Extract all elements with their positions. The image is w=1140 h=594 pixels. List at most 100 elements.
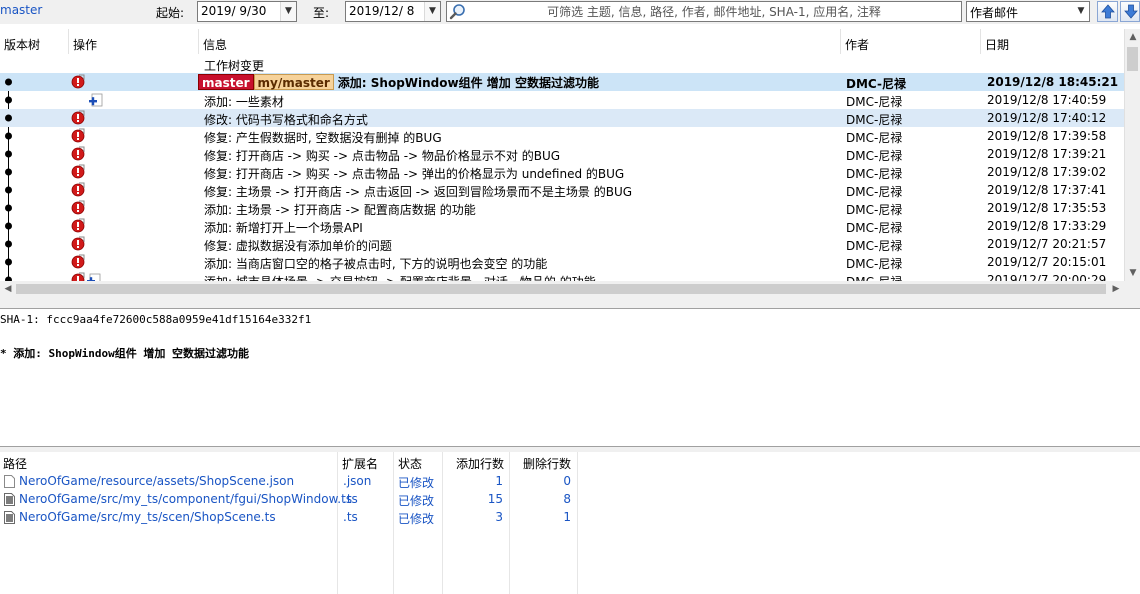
search-icon[interactable]: [449, 3, 467, 20]
commit-author: DMC-尼禄: [846, 113, 903, 127]
modified-icon: [71, 128, 85, 143]
commit-date: 2019/12/8 17:39:02: [987, 165, 1107, 179]
revision-row[interactable]: 添加: 主场景 -> 打开商店 -> 配置商店数据 的功能 DMC-尼禄 2019/…: [0, 199, 1124, 217]
commit-message: 添加: 一些素材: [204, 95, 284, 109]
commit-message: 修复: 虚拟数据没有添加单价的问题: [204, 239, 392, 253]
commit-summary[interactable]: * 添加: ShopWindow组件 增加 空数据过滤功能: [0, 345, 249, 361]
commit-message: 添加: 主场景 -> 打开商店 -> 配置商店数据 的功能: [204, 203, 476, 217]
column-header-date[interactable]: 日期: [980, 29, 1124, 54]
column-header-removed-lines[interactable]: 删除行数: [520, 452, 580, 472]
commit-author: DMC-尼禄: [846, 221, 903, 235]
commit-message: 添加: 当商店窗口空的格子被点击时, 下方的说明也会变空 的功能: [204, 257, 548, 271]
modified-icon: [71, 164, 85, 179]
commit-message: 修复: 打开商店 -> 购买 -> 点击物品 -> 弹出的价格显示为 undef…: [204, 167, 625, 181]
grid-horizontal-scrollbar[interactable]: ◀ ▶: [0, 281, 1124, 297]
commit-author: DMC-尼禄: [846, 77, 906, 91]
chevron-down-icon[interactable]: ▼: [1073, 2, 1089, 21]
arrow-up-icon: [1101, 4, 1115, 19]
commit-author: DMC-尼禄: [846, 185, 903, 199]
from-date-value: 2019/ 9/30: [201, 4, 267, 18]
to-date-picker[interactable]: 2019/12/ 8 ▼: [345, 1, 441, 22]
chevron-down-icon[interactable]: ▼: [280, 2, 296, 21]
column-header-author[interactable]: 作者: [840, 29, 980, 54]
scroll-left-icon[interactable]: ◀: [0, 281, 16, 297]
working-tree-label[interactable]: 工作树变更: [204, 57, 264, 74]
commit-message: 修复: 产生假数据时, 空数据没有删掉 的BUG: [204, 131, 442, 145]
scrollbar-thumb[interactable]: [1127, 47, 1138, 71]
filter-mode-value: 作者邮件: [970, 6, 1019, 20]
revision-row[interactable]: 修复: 虚拟数据没有添加单价的问题 DMC-尼禄 2019/12/7 20:21:5…: [0, 235, 1124, 253]
revision-row-selected[interactable]: master my/master 添加: ShopWindow组件 增加 空数据过滤…: [0, 73, 1124, 91]
commit-author: DMC-尼禄: [846, 149, 903, 163]
modified-icon: [71, 74, 85, 89]
file-path[interactable]: NeroOfGame/resource/assets/ShopScene.jso…: [19, 474, 294, 488]
commit-date: 2019/12/8 17:40:12: [987, 111, 1107, 125]
column-header-path[interactable]: 路径: [0, 452, 338, 472]
commit-date: 2019/12/8 17:40:59: [987, 93, 1107, 107]
commit-author: DMC-尼禄: [846, 167, 903, 181]
file-extension: .ts: [343, 510, 358, 524]
graph-node: [5, 168, 12, 176]
commit-sha[interactable]: SHA-1: fccc9aa4fe72600c588a0959e41df1516…: [0, 313, 311, 326]
file-row[interactable]: NeroOfGame/src/my_ts/component/fgui/Shop…: [0, 491, 1140, 509]
search-box[interactable]: [446, 1, 962, 22]
column-header-ops[interactable]: 操作: [68, 29, 198, 54]
column-header-status[interactable]: 状态: [395, 452, 441, 472]
commit-message: 修复: 主场景 -> 打开商店 -> 点击返回 -> 返回到冒险场景而不是主场景…: [204, 185, 633, 199]
revision-row[interactable]: 修复: 打开商店 -> 购买 -> 点击物品 -> 弹出的价格显示为 undef…: [0, 163, 1124, 181]
commit-author: DMC-尼禄: [846, 95, 903, 109]
commit-info-panel: SHA-1: fccc9aa4fe72600c588a0959e41df1516…: [0, 310, 1140, 446]
graph-node: [5, 222, 12, 230]
modified-icon: [71, 254, 85, 269]
column-header-graph[interactable]: 版本树: [0, 29, 68, 54]
revision-row[interactable]: 添加: 一些素材 DMC-尼禄 2019/12/8 17:40:59: [0, 91, 1124, 109]
graph-node: [5, 96, 12, 104]
scroll-up-icon[interactable]: ▲: [1125, 29, 1140, 45]
commit-author: DMC-尼禄: [846, 131, 903, 145]
remote-branch-tag[interactable]: my/master: [253, 74, 334, 90]
column-header-extension[interactable]: 扩展名: [339, 452, 393, 472]
branch-link[interactable]: master: [0, 3, 42, 17]
revision-row[interactable]: 添加: 新增打开上一个场景API DMC-尼禄 2019/12/8 17:33:29: [0, 217, 1124, 235]
commit-date: 2019/12/7 20:21:57: [987, 237, 1107, 251]
file-status: 已修改: [398, 512, 435, 526]
modified-icon: [71, 200, 85, 215]
commit-message: 修改: 代码书写格式和命名方式: [204, 113, 368, 127]
grid-vertical-scrollbar[interactable]: ▲ ▼: [1124, 29, 1140, 283]
commit-date: 2019/12/8 17:39:21: [987, 147, 1107, 161]
scroll-right-icon[interactable]: ▶: [1108, 281, 1124, 297]
chevron-down-icon[interactable]: ▼: [424, 2, 440, 21]
file-row[interactable]: NeroOfGame/resource/assets/ShopScene.jso…: [0, 473, 1140, 491]
scroll-down-icon[interactable]: ▼: [1125, 265, 1140, 281]
revision-grid[interactable]: 版本树 操作 信息 作者 日期 工作树变更 master my/master 添加:…: [0, 29, 1140, 297]
file-path[interactable]: NeroOfGame/src/my_ts/component/fgui/Shop…: [19, 492, 352, 506]
previous-match-button[interactable]: [1097, 1, 1118, 22]
graph-node: [5, 240, 12, 248]
filter-mode-select[interactable]: 作者邮件 ▼: [966, 1, 1090, 22]
file-path[interactable]: NeroOfGame/src/my_ts/scen/ShopScene.ts: [19, 510, 276, 524]
revision-row[interactable]: 修复: 产生假数据时, 空数据没有删掉 的BUG DMC-尼禄 2019/12/8 …: [0, 127, 1124, 145]
commit-date: 2019/12/8 17:37:41: [987, 183, 1107, 197]
commit-message: 添加: ShopWindow组件 增加 空数据过滤功能: [337, 76, 599, 90]
column-header-message[interactable]: 信息: [198, 29, 840, 54]
revision-row[interactable]: 修改: 代码书写格式和命名方式 DMC-尼禄 2019/12/8 17:40:12: [0, 109, 1124, 127]
graph-node: [5, 132, 12, 140]
scrollbar-thumb[interactable]: [16, 284, 1106, 294]
added-lines-count: 15: [487, 492, 503, 506]
revision-row[interactable]: 修复: 主场景 -> 打开商店 -> 点击返回 -> 返回到冒险场景而不是主场景…: [0, 181, 1124, 199]
column-header-added-lines[interactable]: 添加行数: [453, 452, 513, 472]
commit-date: 2019/12/8 17:35:53: [987, 201, 1107, 215]
search-input[interactable]: [469, 2, 959, 21]
graph-node: [5, 114, 12, 122]
added-lines-count: 1: [495, 474, 503, 488]
commit-author: DMC-尼禄: [846, 203, 903, 217]
next-match-button[interactable]: [1120, 1, 1140, 22]
from-date-picker[interactable]: 2019/ 9/30 ▼: [197, 1, 297, 22]
revision-row[interactable]: 添加: 当商店窗口空的格子被点击时, 下方的说明也会变空 的功能 DMC-尼禄 20…: [0, 253, 1124, 271]
commit-message: 修复: 打开商店 -> 购买 -> 点击物品 -> 物品价格显示不对 的BUG: [204, 149, 561, 163]
commit-date: 2019/12/8 18:45:21: [987, 75, 1119, 89]
local-branch-tag[interactable]: master: [198, 74, 254, 90]
revision-row[interactable]: 修复: 打开商店 -> 购买 -> 点击物品 -> 物品价格显示不对 的BUG D…: [0, 145, 1124, 163]
file-row[interactable]: NeroOfGame/src/my_ts/scen/ShopScene.ts .t…: [0, 509, 1140, 527]
pane-splitter[interactable]: [0, 297, 1140, 309]
